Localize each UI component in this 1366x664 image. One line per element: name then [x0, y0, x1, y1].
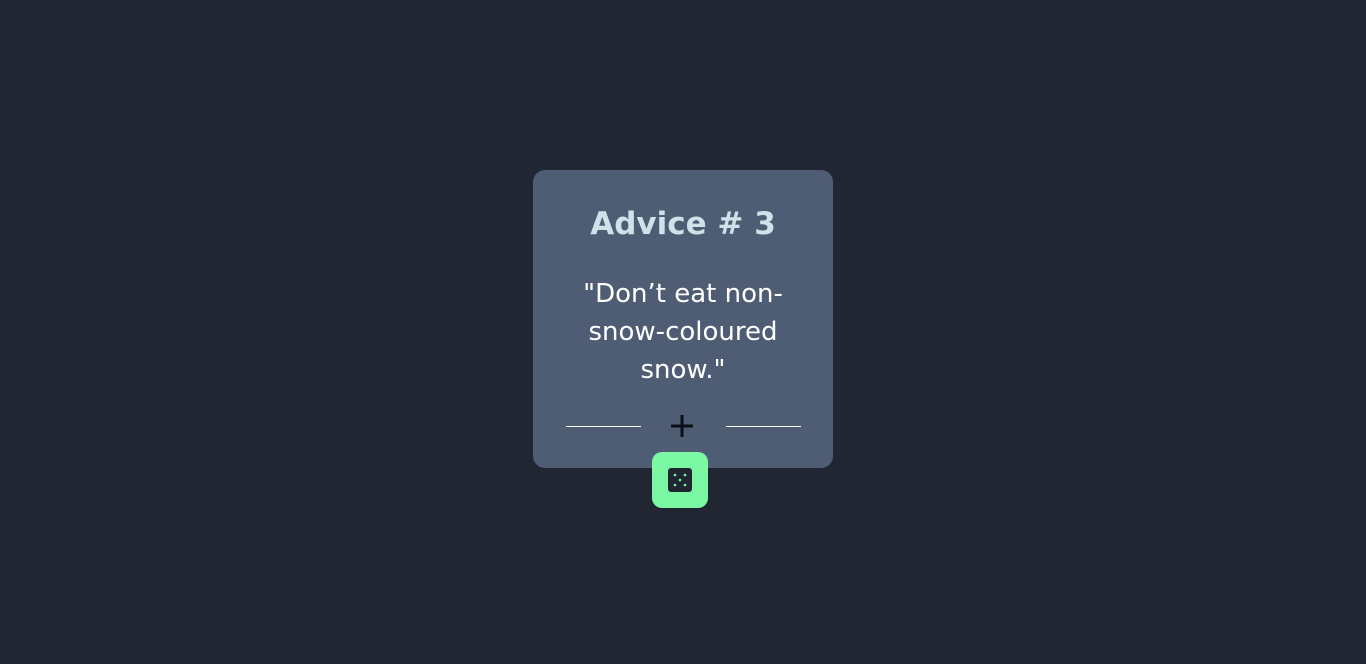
new-advice-button[interactable]	[652, 452, 708, 508]
divider-line-right	[726, 426, 801, 427]
dice-icon	[668, 468, 692, 492]
divider-line-left	[566, 426, 641, 427]
advice-quote: "Don’t eat non-snow-coloured snow."	[583, 279, 783, 385]
plus-icon	[671, 415, 693, 437]
advice-heading: Advice # 3	[590, 206, 776, 242]
